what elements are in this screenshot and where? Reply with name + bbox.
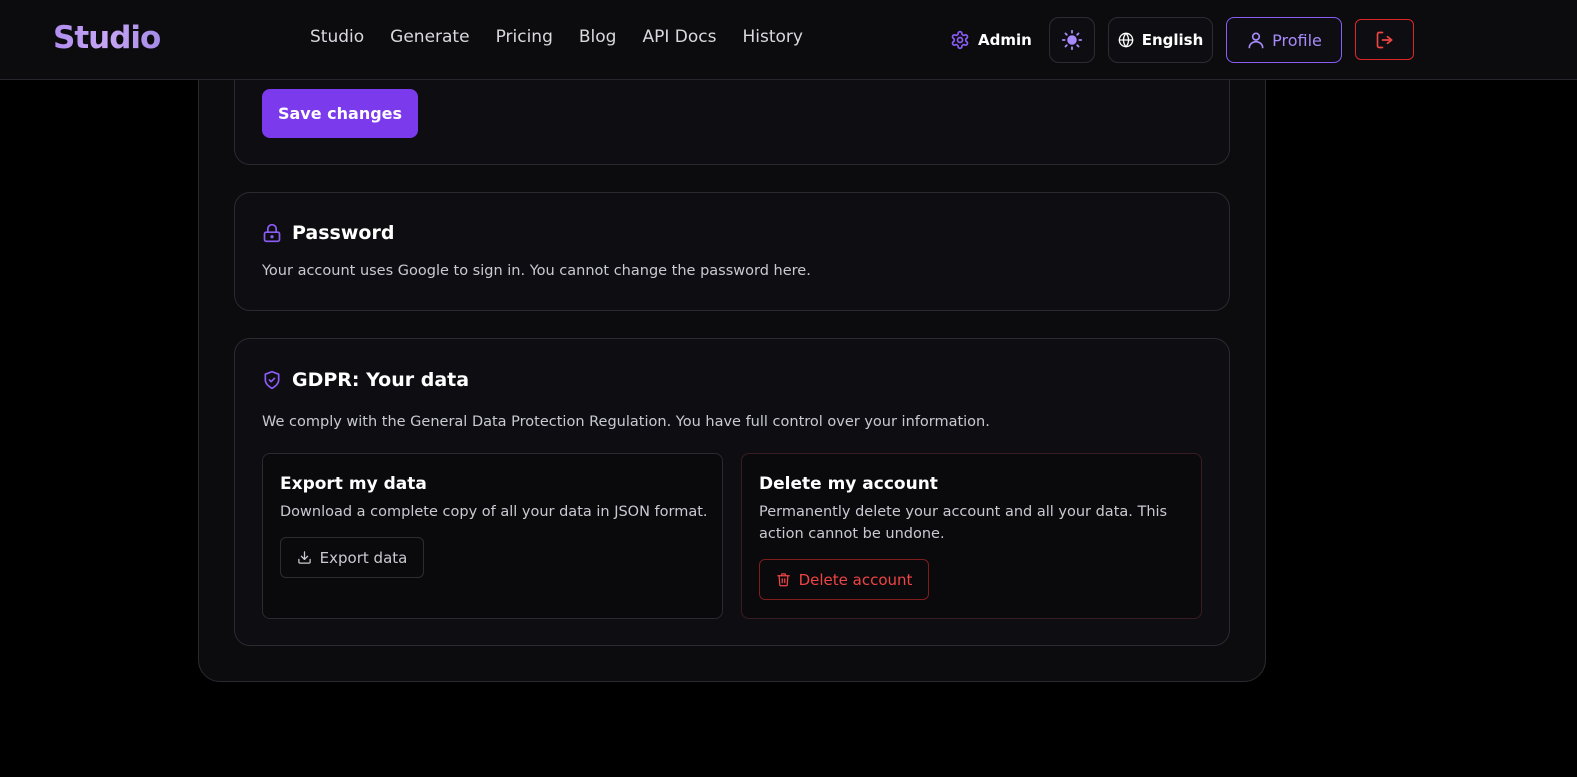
download-icon — [297, 551, 311, 564]
delete-title: Delete my account — [759, 474, 938, 494]
lock-icon — [263, 223, 281, 243]
theme-toggle-button[interactable] — [1049, 17, 1095, 63]
export-data-button[interactable]: Export data — [280, 537, 424, 578]
trash-icon — [776, 573, 790, 587]
gdpr-description: We comply with the General Data Protecti… — [262, 414, 990, 430]
gdpr-title: GDPR: Your data — [262, 369, 469, 391]
export-button-label: Export data — [319, 548, 408, 567]
delete-description-line-2: action cannot be undone. — [759, 526, 945, 542]
save-changes-button[interactable]: Save changes — [262, 89, 418, 138]
gear-icon — [951, 30, 969, 50]
nav-link-api-docs[interactable]: API Docs — [642, 27, 716, 47]
user-icon — [1248, 32, 1264, 49]
password-title-text: Password — [292, 222, 395, 244]
gdpr-title-text: GDPR: Your data — [292, 369, 470, 391]
profile-button[interactable]: Profile — [1226, 17, 1342, 63]
nav-link-studio[interactable]: Studio — [310, 27, 364, 47]
delete-description-line-1: Permanently delete your account and all … — [759, 504, 1168, 520]
studio-logo[interactable]: Studio — [53, 18, 161, 58]
password-description: Your account uses Google to sign in. You… — [262, 263, 811, 279]
nav-link-blog[interactable]: Blog — [579, 27, 617, 47]
logout-icon — [1376, 31, 1392, 48]
admin-label: Admin — [978, 31, 1032, 49]
delete-button-label: Delete account — [798, 570, 913, 589]
admin-link[interactable]: Admin — [950, 27, 1032, 53]
logout-button[interactable] — [1355, 19, 1414, 60]
nav-link-pricing[interactable]: Pricing — [496, 27, 553, 47]
top-navigation-bar: Studio Studio Generate Pricing Blog API … — [0, 0, 1577, 80]
profile-label: Profile — [1272, 30, 1322, 50]
globe-icon — [1118, 32, 1134, 48]
nav-link-generate[interactable]: Generate — [390, 27, 469, 47]
export-title: Export my data — [280, 474, 427, 494]
language-label: English — [1141, 31, 1204, 49]
language-selector[interactable]: English — [1108, 17, 1213, 63]
main-nav: Studio Generate Pricing Blog API Docs Hi… — [310, 27, 803, 47]
shield-check-icon — [264, 370, 280, 390]
export-description: Download a complete copy of all your dat… — [280, 504, 708, 520]
nav-link-history[interactable]: History — [742, 27, 802, 47]
delete-account-button[interactable]: Delete account — [759, 559, 929, 600]
sun-icon — [1061, 29, 1083, 51]
password-section — [234, 192, 1230, 311]
password-title: Password — [262, 222, 394, 244]
